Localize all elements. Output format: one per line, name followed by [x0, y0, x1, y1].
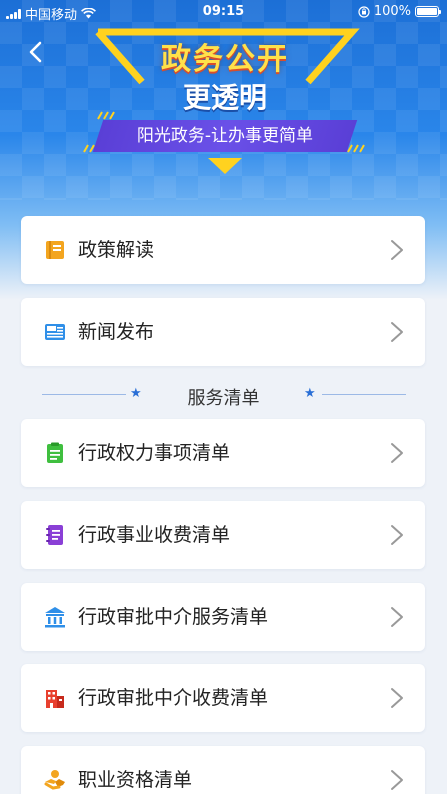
battery-percent: 100%: [373, 4, 411, 19]
list-item-power-list[interactable]: 行政权力事项清单: [21, 419, 425, 487]
newspaper-icon: [45, 324, 65, 340]
list-item-label: 行政审批中介收费清单: [78, 687, 269, 709]
status-right: 100%: [358, 4, 441, 19]
divider-right: [322, 394, 406, 395]
banner-slogan: 阳光政务-让办事更简单: [136, 126, 314, 146]
chevron-right-icon: [391, 770, 403, 790]
handshake-icon: [44, 770, 65, 790]
list-item-label: 职业资格清单: [78, 769, 193, 791]
list-item-label: 政策解读: [78, 239, 155, 261]
book-icon: [46, 241, 64, 259]
chevron-right-icon: [391, 322, 403, 342]
list-item-label: 新闻发布: [78, 321, 155, 343]
star-icon: ★: [304, 386, 316, 401]
battery-icon: [415, 6, 441, 17]
orientation-lock-icon: [358, 5, 370, 18]
banner: 政务公开 更透明 阳光政务-让办事更简单: [80, 24, 370, 184]
list-item-label: 行政审批中介服务清单: [78, 606, 269, 628]
list-item-fee-list[interactable]: 行政事业收费清单: [21, 501, 425, 569]
chevron-right-icon: [391, 688, 403, 708]
chevron-right-icon: [391, 240, 403, 260]
list-item-qualification-list[interactable]: 职业资格清单: [21, 746, 425, 794]
list-item-label: 行政权力事项清单: [78, 442, 231, 464]
list-item-label: 行政事业收费清单: [78, 524, 231, 546]
chevron-right-icon: [391, 525, 403, 545]
list-item-news[interactable]: 新闻发布: [21, 298, 425, 366]
back-icon[interactable]: [24, 40, 48, 64]
list-item-policy[interactable]: 政策解读: [21, 216, 425, 284]
list-item-agency-service-list[interactable]: 行政审批中介服务清单: [21, 583, 425, 651]
status-bar: 中国移动 09:15 100%: [0, 0, 447, 24]
chevron-right-icon: [391, 443, 403, 463]
section-header: ★ 服务清单 ★: [0, 378, 447, 412]
list-item-agency-fee-list[interactable]: 行政审批中介收费清单: [21, 664, 425, 732]
bill-icon: [46, 525, 63, 545]
office-building-icon: [46, 690, 64, 708]
checklist-icon: [47, 442, 63, 463]
section-title: 服务清单: [187, 388, 260, 409]
banner-subtitle: 更透明: [182, 81, 267, 114]
chevron-right-icon: [391, 607, 403, 627]
government-building-icon: [45, 607, 65, 628]
banner-title: 政务公开: [161, 42, 289, 77]
